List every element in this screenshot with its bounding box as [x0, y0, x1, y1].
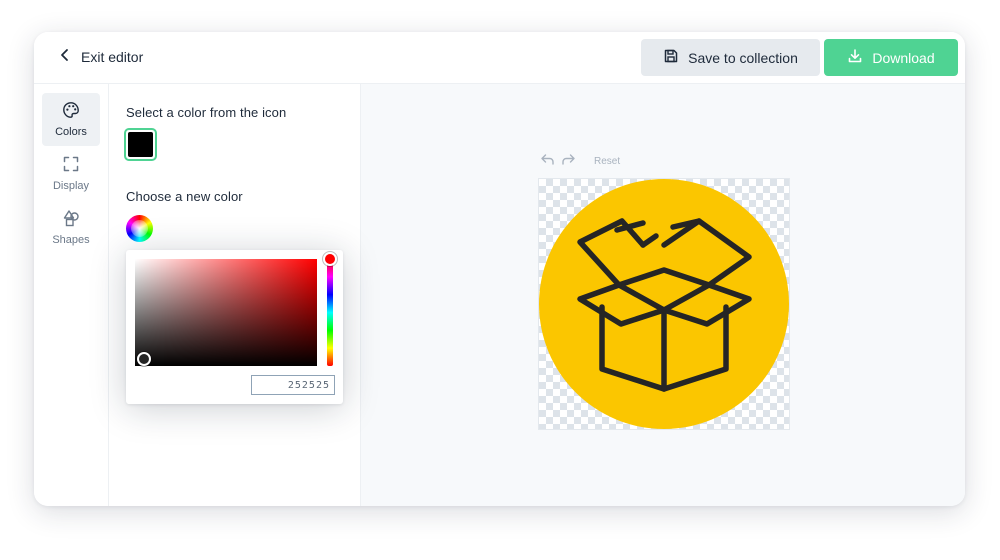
icon-color-swatch[interactable]: [124, 128, 157, 161]
download-label: Download: [872, 49, 935, 66]
palette-icon: [62, 101, 80, 122]
undo-icon[interactable]: [540, 152, 555, 170]
expand-icon: [62, 155, 80, 176]
saturation-area[interactable]: [135, 259, 317, 366]
rail-item-display[interactable]: Display: [42, 147, 100, 200]
save-to-collection-label: Save to collection: [688, 49, 798, 66]
floppy-disk-icon: [663, 48, 679, 67]
exit-editor-label: Exit editor: [81, 48, 144, 65]
rail-item-colors[interactable]: Colors: [42, 93, 100, 146]
color-wheel-button[interactable]: [126, 215, 153, 242]
saturation-handle[interactable]: [137, 352, 151, 366]
download-button[interactable]: Download: [824, 39, 958, 76]
top-bar: Exit editor Save to collection Download: [34, 32, 965, 84]
rail-item-shapes[interactable]: Shapes: [42, 201, 100, 254]
icon-artboard[interactable]: [538, 178, 790, 430]
history-controls: Reset: [540, 152, 620, 170]
color-picker-popover: [126, 250, 343, 404]
shapes-icon: [62, 209, 80, 230]
rail-item-display-label: Display: [52, 180, 90, 192]
exit-editor-link[interactable]: Exit editor: [58, 48, 143, 65]
select-color-title: Select a color from the icon: [126, 105, 287, 120]
save-to-collection-button[interactable]: Save to collection: [641, 39, 820, 76]
rail-item-shapes-label: Shapes: [52, 234, 90, 246]
download-icon: [847, 48, 863, 67]
reset-button[interactable]: Reset: [594, 156, 620, 167]
redo-icon[interactable]: [561, 152, 576, 170]
hue-slider[interactable]: [327, 259, 333, 366]
choose-color-title: Choose a new color: [126, 189, 243, 204]
tool-rail: Colors Display Shapes: [34, 84, 109, 506]
swatch-fill: [128, 132, 153, 157]
rail-item-colors-label: Colors: [55, 126, 87, 138]
open-box-icon: [539, 179, 789, 429]
hex-input[interactable]: [251, 375, 335, 395]
chevron-left-icon: [58, 48, 72, 65]
hue-handle[interactable]: [323, 252, 337, 266]
canvas-area: Reset: [361, 84, 965, 506]
